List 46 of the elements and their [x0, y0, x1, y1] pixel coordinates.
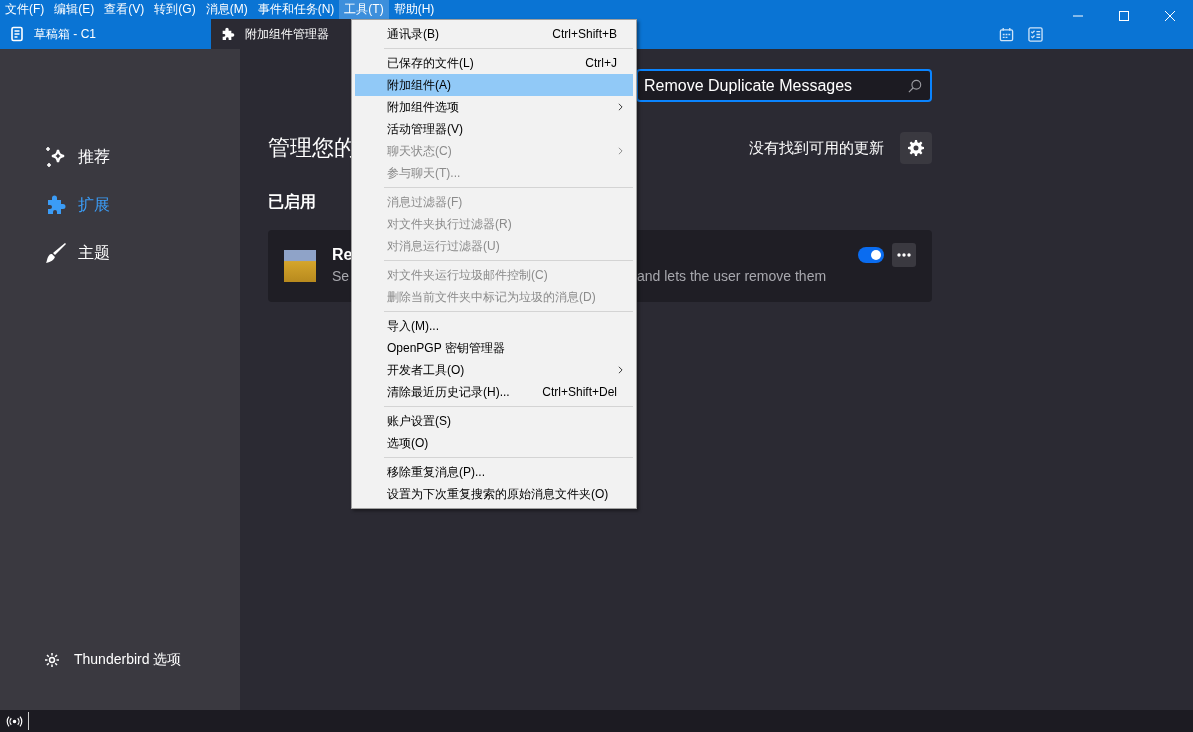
calendar-icon[interactable] [999, 26, 1014, 42]
menu-bar-item[interactable]: 编辑(E) [49, 0, 100, 19]
enable-toggle[interactable] [858, 247, 884, 263]
broadcast-icon [6, 715, 23, 727]
sidebar-item[interactable]: 扩展 [44, 181, 240, 229]
menu-item[interactable]: 选项(O) [355, 432, 633, 454]
sidebar-item[interactable]: 推荐 [44, 133, 240, 181]
settings-icon [908, 140, 924, 156]
menu-bar-item[interactable]: 查看(V) [99, 0, 150, 19]
menu-item[interactable]: 导入(M)... [355, 315, 633, 337]
menu-item[interactable]: 已保存的文件(L) Ctrl+J [355, 52, 633, 74]
settings-button[interactable] [900, 132, 932, 164]
photo-placeholder [284, 250, 316, 282]
menu-item[interactable]: 附加组件(A) [355, 74, 633, 96]
menu-item[interactable]: 移除重复消息(P)... [355, 461, 633, 483]
options-link[interactable]: Thunderbird 选项 [44, 649, 240, 670]
menu-item[interactable]: 附加组件选项 [355, 96, 633, 118]
tab[interactable]: 草稿箱 - C1 [0, 19, 211, 49]
menu-bar-item[interactable]: 转到(G) [149, 0, 201, 19]
menu-bar-item[interactable]: 帮助(H) [388, 0, 440, 19]
task-list-icon[interactable] [1028, 26, 1043, 42]
more-icon [897, 253, 911, 257]
menu-item[interactable]: 清除最近历史记录(H)... Ctrl+Shift+Del [355, 381, 633, 403]
menu-bar-item[interactable]: 事件和任务(N) [252, 0, 340, 19]
menu-item[interactable]: 设置为下次重复搜索的原始消息文件夹(O) [355, 483, 633, 505]
menu-item[interactable]: 活动管理器(V) [355, 118, 633, 140]
menu-bar-item[interactable]: 消息(M) [200, 0, 253, 19]
extension-name: Re [332, 245, 353, 265]
document-icon [9, 26, 25, 42]
menu-item[interactable]: OpenPGP 密钥管理器 [355, 337, 633, 359]
sidebar-item[interactable]: 主题 [44, 229, 240, 277]
maximize-icon [1119, 11, 1129, 21]
more-button[interactable] [892, 243, 916, 267]
search-icon [908, 79, 922, 93]
settings-icon [44, 651, 60, 668]
puzzle-icon [220, 26, 236, 42]
brush-icon [44, 241, 68, 265]
menu-item[interactable]: 账户设置(S) [355, 410, 633, 432]
search-field[interactable]: Remove Duplicate Messages [636, 69, 932, 102]
extension-description: and lets the user remove them [637, 267, 827, 286]
section-heading: 已启用 [268, 192, 316, 212]
menu-item[interactable]: 开发者工具(O) [355, 359, 633, 381]
close-icon [1165, 11, 1175, 21]
menu-bar-item[interactable]: 文件(F) [0, 0, 50, 19]
update-status: 没有找到可用的更新 [749, 137, 884, 158]
extension-description: Se [332, 268, 350, 284]
